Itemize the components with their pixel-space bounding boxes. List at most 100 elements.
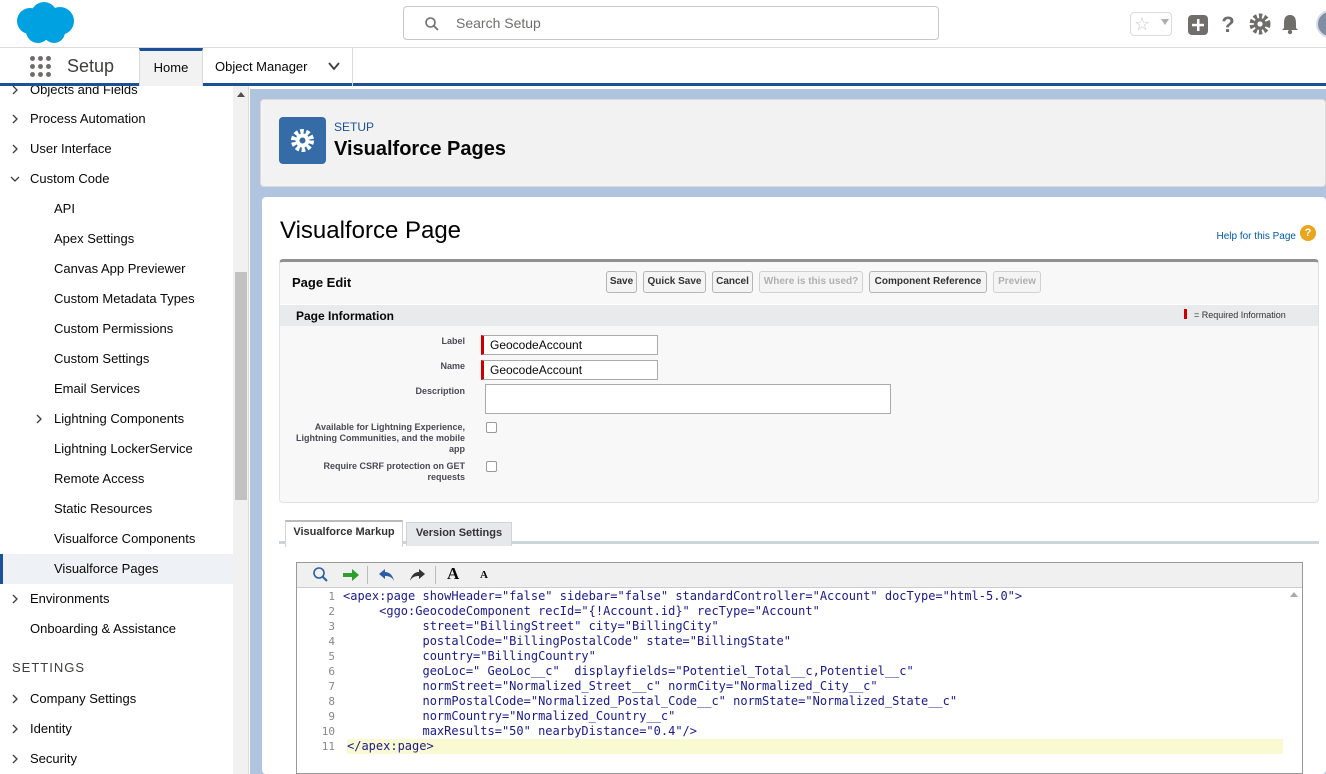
chevron-down-icon[interactable] [328, 60, 340, 72]
required-indicator [1184, 309, 1187, 319]
quick-save-button[interactable]: Quick Save [643, 271, 706, 293]
sidebar-item-custom-metadata-types[interactable]: Custom Metadata Types [0, 284, 233, 314]
editor-tabs: Visualforce Markup Version Settings [279, 520, 1319, 547]
line-number: 1 [328, 590, 335, 603]
tab-object-manager-label: Object Manager [215, 59, 308, 74]
code-line: normStreet="Normalized_Street__c" normCi… [343, 679, 878, 693]
code-line-active: </apex:page> [347, 739, 1283, 754]
section-title: Page Information [296, 309, 395, 323]
code-line: geoLoc=" GeoLoc__c" displayfields="Poten… [343, 664, 914, 678]
page-edit-title: Page Edit [292, 275, 352, 290]
global-header: Search Setup ☆ ? [0, 0, 1326, 48]
csrf-protection-checkbox[interactable] [486, 461, 497, 472]
sidebar-item-process-automation[interactable]: Process Automation [0, 104, 233, 134]
tab-object-manager[interactable]: Object Manager [203, 48, 353, 86]
line-number: 10 [321, 725, 335, 738]
lightning-availability-checkbox[interactable] [486, 422, 497, 433]
redo-icon[interactable] [407, 566, 427, 584]
code-line: <apex:page showHeader="false" sidebar="f… [343, 589, 1023, 603]
go-to-line-icon[interactable] [341, 566, 361, 584]
line-number: 7 [328, 680, 335, 693]
sidebar-item-static-resources[interactable]: Static Resources [0, 494, 233, 524]
code-area[interactable]: 1 2 3 4 5 6 7 8 9 10 11 <apex:page showH… [297, 588, 1302, 773]
cancel-button[interactable]: Cancel [712, 271, 753, 293]
sidebar-item-environments[interactable]: Environments [0, 584, 233, 614]
chevron-right-icon [12, 114, 18, 124]
sidebar-item-company-settings[interactable]: Company Settings [0, 684, 233, 714]
sidebar-item-canvas-app-previewer[interactable]: Canvas App Previewer [0, 254, 233, 284]
line-number: 2 [328, 605, 335, 618]
help-question-icon[interactable]: ? [1300, 225, 1316, 241]
scrollbar-thumb[interactable] [235, 272, 247, 500]
global-actions-plus-icon[interactable] [1184, 10, 1212, 38]
line-number: 3 [328, 620, 335, 633]
line-number: 5 [328, 650, 335, 663]
scroll-up-arrow-icon[interactable] [237, 92, 245, 97]
salesforce-logo[interactable] [14, 2, 76, 44]
sidebar-item-identity[interactable]: Identity [0, 714, 233, 744]
sidebar-item-label: Static Resources [54, 501, 153, 516]
main-area: SETUP Visualforce Pages Visualforce Page… [250, 89, 1326, 774]
help-for-this-page-link[interactable]: Help for this Page [1217, 231, 1297, 242]
search-setup-input[interactable]: Search Setup [403, 6, 939, 40]
notifications-bell-icon[interactable] [1276, 10, 1304, 38]
sidebar-item-label: User Interface [30, 141, 112, 156]
label-input[interactable]: GeocodeAccount [481, 335, 658, 355]
code-scroll-up-icon[interactable] [1290, 592, 1298, 597]
sidebar-item-user-interface[interactable]: User Interface [0, 134, 233, 164]
lightning-availability-label: Available for Lightning Experience, Ligh… [296, 422, 465, 454]
sidebar-item-label: Lightning LockerService [54, 441, 193, 456]
where-is-this-used-button[interactable]: Where is this used? [759, 271, 863, 293]
search-icon[interactable] [311, 566, 331, 584]
sidebar-item-label: Visualforce Components [54, 531, 196, 546]
csrf-protection-label: Require CSRF protection on GET requests [323, 461, 465, 482]
setup-gear-icon[interactable] [1246, 10, 1274, 38]
sidebar-item-visualforce-components[interactable]: Visualforce Components [0, 524, 233, 554]
setup-gear-tile-icon [279, 117, 326, 164]
sidebar-item-email-services[interactable]: Email Services [0, 374, 233, 404]
code-line: postalCode="BillingPostalCode" state="Bi… [343, 634, 791, 648]
code-line: maxResults="50" nearbyDistance="0.4"/> [343, 724, 698, 738]
code-line: street="BillingStreet" city="BillingCity… [343, 619, 719, 633]
app-launcher-icon[interactable] [30, 56, 52, 78]
code-line: country="BillingCountry" [343, 649, 596, 663]
sidebar-item-security[interactable]: Security [0, 744, 233, 774]
name-field-label: Name [440, 361, 465, 371]
sidebar-item-lightning-components[interactable]: Lightning Components [0, 404, 233, 434]
sidebar-item-remote-access[interactable]: Remote Access [0, 464, 233, 494]
sidebar-item-custom-code[interactable]: Custom Code [0, 164, 233, 194]
sidebar-item-custom-permissions[interactable]: Custom Permissions [0, 314, 233, 344]
sidebar-item-visualforce-pages[interactable]: Visualforce Pages [0, 554, 233, 584]
undo-icon[interactable] [377, 566, 397, 584]
tab-version-settings[interactable]: Version Settings [406, 522, 512, 546]
star-icon: ☆ [1134, 14, 1151, 34]
user-avatar[interactable] [1316, 10, 1326, 38]
sidebar-item-apex-settings[interactable]: Apex Settings [0, 224, 233, 254]
save-button[interactable]: Save [606, 271, 637, 293]
sidebar-item-onboarding-assistance[interactable]: Onboarding & Assistance [0, 614, 233, 644]
description-textarea[interactable] [485, 384, 891, 414]
label-field-label: Label [441, 336, 465, 346]
favorites-button[interactable]: ☆ [1130, 12, 1172, 36]
sidebar-item-custom-settings[interactable]: Custom Settings [0, 344, 233, 374]
name-input[interactable]: GeocodeAccount [481, 360, 658, 380]
sidebar-item-objects-and-fields[interactable]: Objects and Fields [0, 86, 233, 105]
description-field-label: Description [415, 386, 465, 396]
preview-button[interactable]: Preview [993, 271, 1041, 293]
toolbar-divider [435, 566, 436, 584]
setup-sidebar: Objects and Fields Process Automation Us… [0, 86, 249, 774]
sidebar-scrollbar[interactable] [233, 86, 248, 774]
component-reference-button[interactable]: Component Reference [869, 271, 987, 293]
sidebar-item-label: Custom Settings [54, 351, 150, 366]
help-question-icon[interactable]: ? [1214, 10, 1242, 38]
decrease-font-icon[interactable]: A [480, 569, 488, 581]
code-line: normCountry="Normalized_Country__c" [343, 709, 676, 723]
sidebar-item-api[interactable]: API [0, 194, 233, 224]
favorites-dropdown-icon[interactable] [1161, 19, 1169, 25]
tab-home[interactable]: Home [139, 48, 203, 86]
increase-font-icon[interactable]: A [447, 564, 459, 584]
sidebar-item-lightning-lockerservice[interactable]: Lightning LockerService [0, 434, 233, 464]
tab-visualforce-markup[interactable]: Visualforce Markup [285, 520, 403, 547]
chevron-right-icon [12, 694, 18, 704]
page-title: Visualforce Pages [334, 138, 506, 160]
